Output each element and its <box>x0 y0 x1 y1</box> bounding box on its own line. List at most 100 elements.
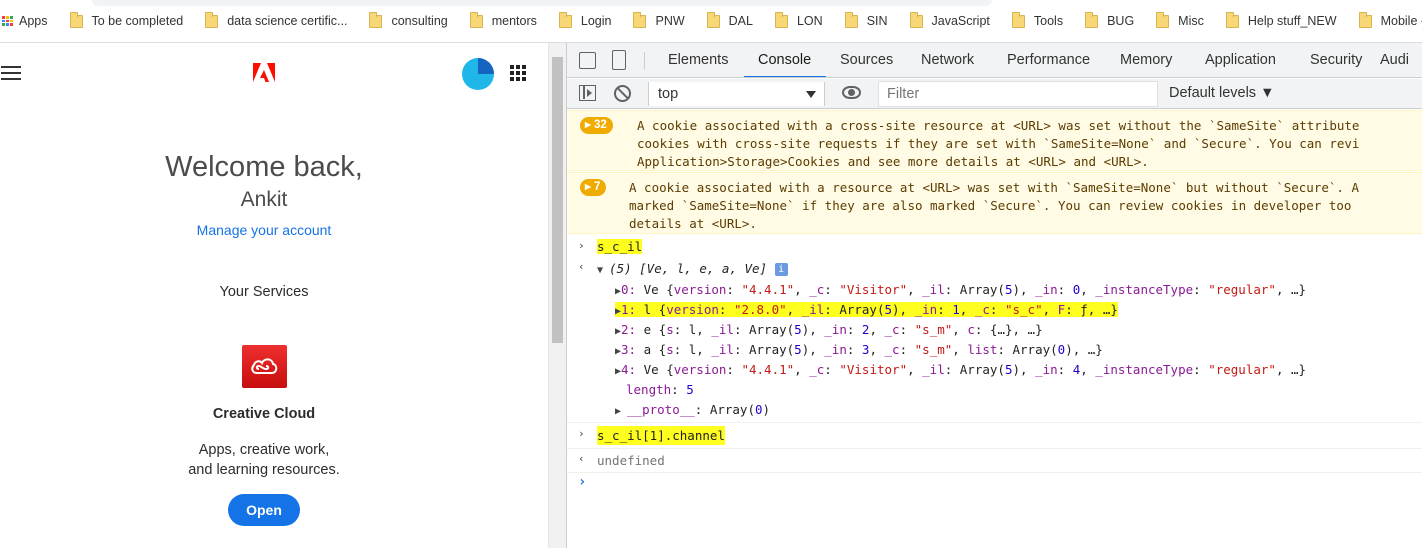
bookmark-folder[interactable]: Misc <box>1156 9 1204 33</box>
apps-grid-icon <box>2 16 13 26</box>
bookmark-label: Tools <box>1033 14 1064 28</box>
tab-console[interactable]: Console <box>758 52 811 68</box>
bookmark-label: DAL <box>728 14 753 28</box>
command-text: s_c_il <box>597 239 643 254</box>
folder-icon <box>909 11 923 28</box>
scrollbar-thumb[interactable] <box>552 57 563 343</box>
array-item-text: ▶2: e {s: l, _il: Array(5), _in: 2, _c: … <box>615 322 1043 337</box>
apps-grid-icon[interactable] <box>510 65 526 81</box>
page-scrollbar[interactable] <box>548 43 566 548</box>
user-avatar[interactable] <box>462 58 494 90</box>
warning-line: A cookie associated with a cross-site re… <box>637 118 1360 133</box>
folder-icon <box>774 11 788 28</box>
bookmark-label: LON <box>796 14 823 28</box>
folder-icon <box>558 11 572 28</box>
folder-icon <box>633 11 647 28</box>
adobe-account-page: Welcome back, Ankit Manage your account … <box>0 43 548 548</box>
array-item[interactable]: ▶2: e {s: l, _il: Array(5), _in: 2, _c: … <box>567 320 1422 342</box>
expand-triangle-icon[interactable]: ▼ <box>597 265 609 276</box>
warning-line: details at <URL>. <box>629 216 757 231</box>
console-input: s_c_il[1].channel <box>567 426 1422 446</box>
result-array: ▼ (5) [Ve, l, e, a, Ve] i <box>567 259 1422 281</box>
folder-icon <box>1085 11 1099 28</box>
array-item-text: ▶3: a {s: l, _il: Array(5), _in: 3, _c: … <box>615 342 1103 357</box>
context-selector[interactable]: top <box>648 82 825 106</box>
show-sidebar-icon[interactable] <box>579 85 596 101</box>
bookmark-label: Misc <box>1178 14 1204 28</box>
console-input: s_c_il <box>567 237 1422 257</box>
bookmark-label: consulting <box>391 14 448 28</box>
array-item[interactable]: ▶4: Ve {version: "4.4.1", _c: "Visitor",… <box>567 360 1422 382</box>
command-text: s_c_il[1].channel <box>597 426 725 445</box>
array-summary: (5) [Ve, l, e, a, Ve] <box>609 261 768 276</box>
bookmark-folder[interactable]: SIN <box>844 9 888 33</box>
creative-cloud-icon[interactable] <box>242 345 287 388</box>
bookmark-folder[interactable]: data science certific... <box>205 9 347 33</box>
user-name: Ankit <box>240 188 288 211</box>
info-icon[interactable]: i <box>774 263 788 276</box>
bookmark-folder[interactable]: mentors <box>469 9 537 33</box>
warning-text: A cookie associated with a cross-site re… <box>637 117 1359 171</box>
tab-performance[interactable]: Performance <box>1007 52 1090 68</box>
tab-elements[interactable]: Elements <box>668 52 728 68</box>
open-button[interactable]: Open <box>228 494 300 526</box>
context-value: top <box>658 86 679 102</box>
folder-icon <box>1225 11 1239 28</box>
service-title: Creative Cloud <box>212 406 316 422</box>
bookmark-folder[interactable]: JavaScript <box>909 9 990 33</box>
tab-memory[interactable]: Memory <box>1120 52 1172 68</box>
tab-audi[interactable]: Audi <box>1380 52 1409 68</box>
array-item[interactable]: ▶0: Ve {version: "4.4.1", _c: "Visitor",… <box>567 280 1422 302</box>
hamburger-menu-icon[interactable] <box>1 66 21 80</box>
manage-account-link[interactable]: Manage your account <box>0 222 528 238</box>
bookmark-folder[interactable]: Tools <box>1011 9 1064 33</box>
welcome-heading: Welcome back, <box>165 151 363 183</box>
warning-line: Application>Storage>Cookies and see more… <box>637 154 1149 169</box>
adobe-logo-icon[interactable] <box>253 63 275 83</box>
bookmark-label: BUG <box>1107 14 1135 28</box>
log-levels-dropdown[interactable]: Default levels ▼ <box>1169 85 1274 101</box>
bookmark-folder[interactable]: Help stuff_NEW <box>1225 9 1337 33</box>
bookmark-folder[interactable]: LON <box>774 9 823 33</box>
bookmark-label: PNW <box>655 14 685 28</box>
tab-sources[interactable]: Sources <box>840 52 893 68</box>
filter-input[interactable]: Filter <box>878 81 1158 107</box>
array-item[interactable]: ▶3: a {s: l, _il: Array(5), _in: 3, _c: … <box>567 340 1422 362</box>
folder-icon <box>469 11 483 28</box>
warning-message: ▸ 32 A cookie associated with a cross-sit… <box>567 110 1422 171</box>
bookmark-folder[interactable]: To be completed <box>69 9 184 33</box>
bookmark-folder[interactable]: Login <box>558 9 611 33</box>
warning-count-badge: ▸ 32 <box>580 117 613 134</box>
folder-icon <box>69 11 83 28</box>
tab-security[interactable]: Security <box>1310 52 1362 68</box>
bookmark-folder[interactable]: DAL <box>706 9 753 33</box>
bookmark-label: Apps <box>19 14 48 28</box>
array-item-text: ▶0: Ve {version: "4.4.1", _c: "Visitor",… <box>615 282 1307 297</box>
warning-line: cookies with cross-site requests if they… <box>637 136 1360 151</box>
live-expression-eye-icon[interactable] <box>842 86 861 99</box>
bookmark-folder[interactable]: BUG <box>1085 9 1134 33</box>
bookmark-label: Mobile - Important <box>1380 14 1422 28</box>
bookmark-folder[interactable]: Mobile - Important <box>1358 9 1422 33</box>
console-prompt-input[interactable] <box>595 474 1395 494</box>
apps-shortcut[interactable]: Apps <box>2 9 48 33</box>
expand-triangle-icon[interactable]: ▶ <box>615 406 627 417</box>
array-item[interactable]: ▶1: l {version: "2.8.0", _il: Array(5), … <box>567 300 1422 322</box>
array-item-text: ▶4: Ve {version: "4.4.1", _c: "Visitor",… <box>615 362 1307 377</box>
warning-text: A cookie associated with a resource at <… <box>629 179 1359 233</box>
folder-icon <box>1358 11 1372 28</box>
devtools-tab-bar: Elements Console Sources Network Performance… <box>567 43 1422 78</box>
inspect-element-icon[interactable] <box>579 52 596 69</box>
bookmark-folder[interactable]: PNW <box>633 9 685 33</box>
clear-console-icon[interactable] <box>614 85 631 102</box>
bookmark-folder[interactable]: consulting <box>369 9 448 33</box>
device-toolbar-icon[interactable] <box>612 50 626 70</box>
devtools-panel: Elements Console Sources Network Performance… <box>566 43 1422 548</box>
bookmark-label: JavaScript <box>931 14 990 28</box>
tab-network[interactable]: Network <box>921 52 974 68</box>
tab-application[interactable]: Application <box>1205 52 1276 68</box>
folder-icon <box>1156 11 1170 28</box>
warning-line: marked `SameSite=None` if they are also … <box>629 198 1352 213</box>
toolbar-divider <box>644 52 645 70</box>
bookmark-label: To be completed <box>91 14 184 28</box>
